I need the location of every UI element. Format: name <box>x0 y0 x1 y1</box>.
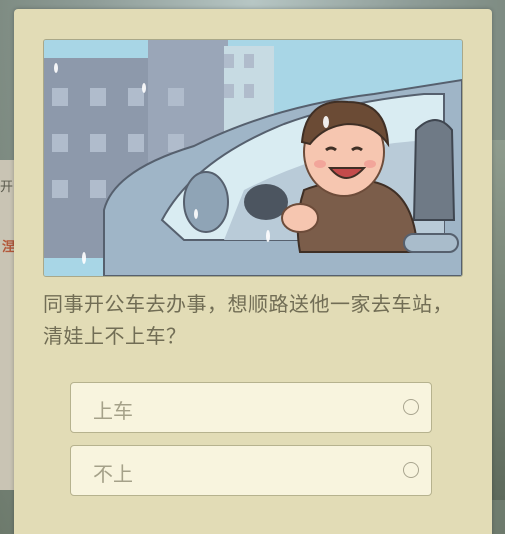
option-label: 上车 <box>93 399 133 423</box>
option-label: 不上 <box>93 462 133 486</box>
radio-circle-icon[interactable] <box>403 399 419 415</box>
option-board-car[interactable]: 上车 <box>70 382 432 433</box>
question-text: 同事开公车去办事，想顺路送他一家去车站，清娃上不上车？ <box>43 292 453 348</box>
question-dialog: 同事开公车去办事，想顺路送他一家去车站，清娃上不上车？ 上车 不上 <box>14 9 492 534</box>
background-right-panel <box>491 140 505 500</box>
background-left-text: 开 <box>0 180 14 195</box>
radio-circle-icon[interactable] <box>403 462 419 478</box>
option-decline[interactable]: 不上 <box>70 445 432 496</box>
man-driving-car-illustration <box>43 39 463 277</box>
